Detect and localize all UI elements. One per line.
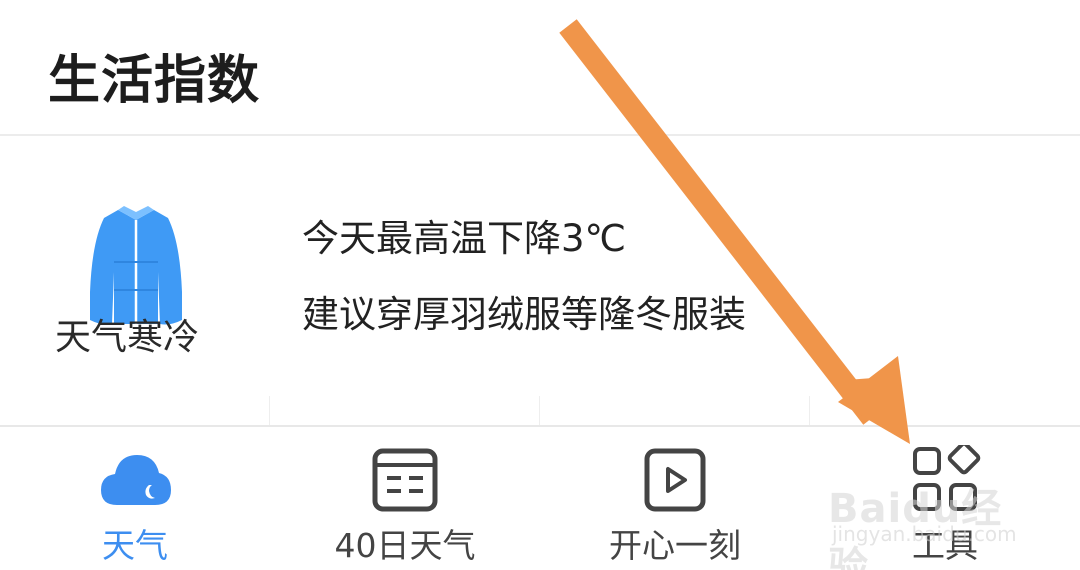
grid-divider	[539, 396, 540, 426]
tab-weather[interactable]: 天气	[0, 427, 270, 570]
weather-cloud-icon	[101, 455, 171, 505]
calendar-icon	[372, 448, 438, 512]
index-label: 天气寒冷	[55, 317, 200, 358]
tab-label: 开心一刻	[609, 526, 741, 565]
video-play-icon	[644, 448, 706, 512]
header: 生活指数	[0, 0, 1080, 136]
page-title: 生活指数	[48, 51, 261, 111]
baidu-jingyan-watermark: Baidu经验 jingyan.baidu.com	[828, 476, 1028, 570]
watermark-url: jingyan.baidu.com	[832, 522, 1017, 546]
tab-label: 天气	[102, 526, 168, 565]
index-description-line-1: 今天最高温下降3℃	[302, 217, 627, 260]
index-description-line-2: 建议穿厚羽绒服等隆冬服装	[302, 293, 746, 336]
tab-40-day-weather[interactable]: 40日天气	[270, 427, 540, 570]
grid-divider	[809, 396, 810, 426]
index-grid-row	[0, 396, 1080, 426]
tab-label: 40日天气	[334, 526, 476, 565]
tab-happy-moment[interactable]: 开心一刻	[540, 427, 810, 570]
grid-divider	[269, 396, 270, 426]
